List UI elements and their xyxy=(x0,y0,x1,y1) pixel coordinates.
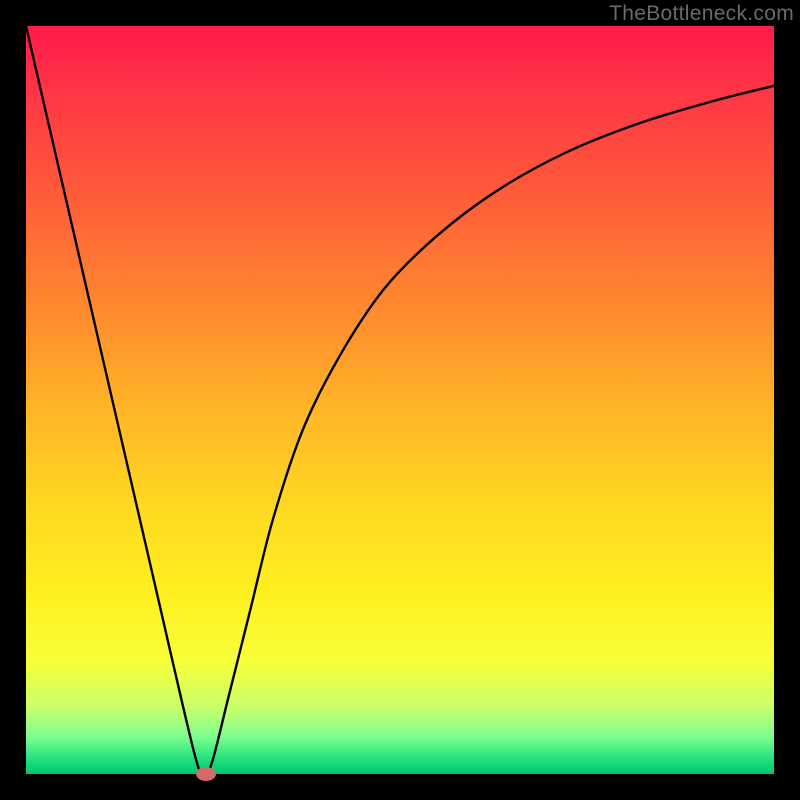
vertex-marker xyxy=(196,767,216,781)
chart-frame xyxy=(0,0,800,800)
bottleneck-curve xyxy=(26,26,774,774)
plot-area xyxy=(26,26,774,774)
curve-path xyxy=(26,26,774,775)
